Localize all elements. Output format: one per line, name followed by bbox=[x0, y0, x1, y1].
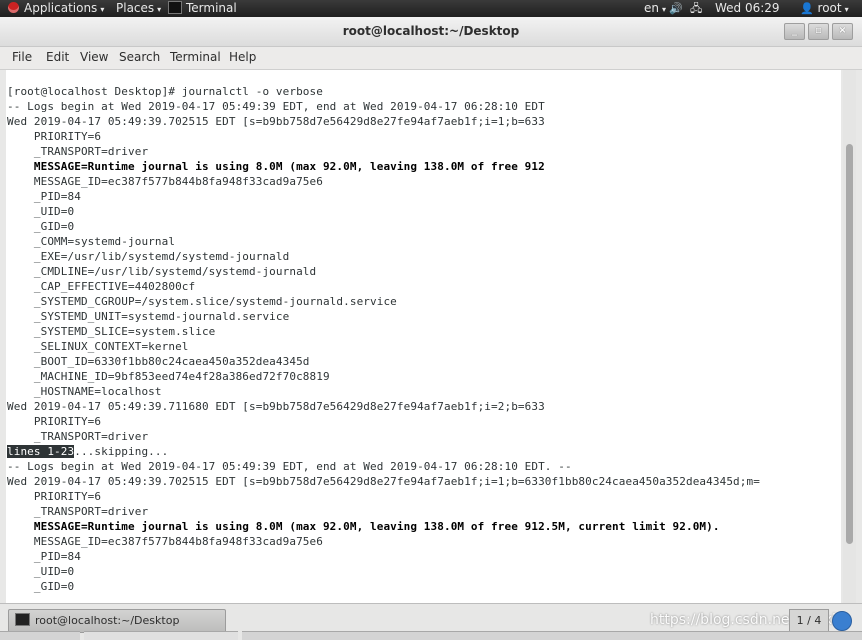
redhat-logo-icon bbox=[8, 2, 19, 13]
clock[interactable]: Wed 06:29 bbox=[715, 0, 780, 17]
user-label: root bbox=[817, 1, 842, 15]
maximize-button[interactable]: ▫ bbox=[808, 23, 829, 40]
menubar: File Edit View Search Terminal Help bbox=[0, 47, 862, 70]
terminal-line: _MACHINE_ID=9bf853eed74e4f28a386ed72f70c… bbox=[7, 370, 330, 383]
terminal-icon bbox=[15, 613, 30, 626]
terminal-line: -- Logs begin at Wed 2019-04-17 05:49:39… bbox=[7, 460, 572, 473]
terminal-line: _UID=0 bbox=[7, 565, 75, 578]
clock-label: Wed 06:29 bbox=[715, 1, 780, 15]
user-menu[interactable]: 👤 root ▾ bbox=[800, 0, 849, 17]
taskbar-window-button[interactable]: root@localhost:~/Desktop bbox=[8, 609, 226, 633]
terminal-line: _SYSTEMD_CGROUP=/system.slice/systemd-jo… bbox=[7, 295, 397, 308]
terminal-line: [root@localhost Desktop]# journalctl -o … bbox=[7, 85, 323, 98]
user-icon: 👤 bbox=[800, 2, 814, 15]
terminal-line: MESSAGE_ID=ec387f577b844b8fa948f33cad9a7… bbox=[7, 175, 323, 188]
terminal-line: _SYSTEMD_SLICE=system.slice bbox=[7, 325, 216, 338]
terminal-line: _TRANSPORT=driver bbox=[7, 430, 149, 443]
terminal-line: -- Logs begin at Wed 2019-04-17 05:49:39… bbox=[7, 100, 545, 113]
close-button[interactable]: × bbox=[832, 23, 853, 40]
window-title: root@localhost:~/Desktop bbox=[342, 24, 520, 38]
menu-search[interactable]: Search bbox=[119, 50, 160, 64]
terminal-line: _GID=0 bbox=[7, 220, 75, 233]
terminal-scrollbar[interactable] bbox=[843, 70, 856, 603]
active-task-terminal[interactable]: Terminal bbox=[168, 0, 237, 17]
menu-edit[interactable]: Edit bbox=[46, 50, 69, 64]
volume-icon[interactable]: 🔊 bbox=[669, 0, 683, 17]
workspace-switcher[interactable]: 1 / 4 bbox=[789, 609, 829, 633]
menu-terminal[interactable]: Terminal bbox=[170, 50, 221, 64]
terminal-line: _PID=84 bbox=[7, 550, 81, 563]
terminal-line: MESSAGE=Runtime journal is using 8.0M (m… bbox=[7, 160, 545, 173]
menu-help[interactable]: Help bbox=[229, 50, 256, 64]
terminal-line: _SELINUX_CONTEXT=kernel bbox=[7, 340, 189, 353]
terminal-line: _BOOT_ID=6330f1bb80c24caea450a352dea4345… bbox=[7, 355, 310, 368]
pager-status-line: lines 1-23...skipping... bbox=[7, 444, 168, 459]
pager-prompt: lines 1-23 bbox=[7, 445, 75, 458]
terminal-line: PRIORITY=6 bbox=[7, 130, 102, 143]
terminal-icon bbox=[168, 1, 182, 14]
menu-view[interactable]: View bbox=[80, 50, 108, 64]
terminal-line: _GID=0 bbox=[7, 580, 75, 593]
taskbar-window-label: root@localhost:~/Desktop bbox=[35, 614, 180, 627]
places-menu[interactable]: Places ▾ bbox=[116, 0, 161, 17]
terminal-window: root@localhost:~/Desktop _ ▫ × File Edit… bbox=[0, 17, 862, 603]
scrollbar-thumb[interactable] bbox=[846, 144, 853, 544]
terminal-line: PRIORITY=6 bbox=[7, 490, 102, 503]
applications-label: Applications bbox=[24, 1, 98, 15]
chevron-down-icon: ▾ bbox=[844, 5, 849, 14]
terminal-line: _CAP_EFFECTIVE=4402800cf bbox=[7, 280, 196, 293]
terminal-line: _TRANSPORT=driver bbox=[7, 505, 149, 518]
terminal-line: _UID=0 bbox=[7, 205, 75, 218]
menu-file[interactable]: File bbox=[12, 50, 32, 64]
terminal-output[interactable]: [root@localhost Desktop]# journalctl -o … bbox=[6, 70, 841, 603]
terminal-line: PRIORITY=6 bbox=[7, 415, 102, 428]
language-indicator[interactable]: en ▾ bbox=[644, 0, 666, 17]
top-panel: Applications ▾ Places ▾ Terminal en ▾ 🔊 🖧 W… bbox=[0, 0, 862, 17]
terminal-line: Wed 2019-04-17 05:49:39.711680 EDT [s=b9… bbox=[7, 400, 545, 413]
chevron-down-icon: ▾ bbox=[157, 5, 162, 14]
terminal-line: _TRANSPORT=driver bbox=[7, 145, 149, 158]
terminal-line: _COMM=systemd-journal bbox=[7, 235, 176, 248]
chevron-down-icon: ▾ bbox=[662, 5, 667, 14]
terminal-line: _SYSTEMD_UNIT=systemd-journald.service bbox=[7, 310, 290, 323]
terminal-line: _PID=84 bbox=[7, 190, 81, 203]
window-titlebar[interactable]: root@localhost:~/Desktop _ ▫ × bbox=[0, 17, 862, 47]
terminal-line: _CMDLINE=/usr/lib/systemd/systemd-journa… bbox=[7, 265, 317, 278]
network-icon[interactable]: 🖧 bbox=[690, 0, 702, 17]
language-label: en bbox=[644, 1, 659, 15]
terminal-line: _HOSTNAME=localhost bbox=[7, 385, 162, 398]
chevron-down-icon: ▾ bbox=[100, 5, 105, 14]
active-task-label: Terminal bbox=[186, 1, 237, 15]
terminal-line: MESSAGE_ID=ec387f577b844b8fa948f33cad9a7… bbox=[7, 535, 323, 548]
pager-message: ...skipping... bbox=[74, 445, 169, 458]
workspace-indicator-icon[interactable] bbox=[832, 611, 852, 631]
terminal-line: Wed 2019-04-17 05:49:39.702515 EDT [s=b9… bbox=[7, 115, 545, 128]
terminal-line: Wed 2019-04-17 05:49:39.702515 EDT [s=b9… bbox=[7, 475, 760, 488]
places-label: Places bbox=[116, 1, 155, 15]
terminal-line: MESSAGE=Runtime journal is using 8.0M (m… bbox=[7, 520, 720, 533]
terminal-line: _EXE=/usr/lib/systemd/systemd-journald bbox=[7, 250, 290, 263]
minimize-button[interactable]: _ bbox=[784, 23, 805, 40]
applications-menu[interactable]: Applications ▾ bbox=[8, 0, 104, 17]
